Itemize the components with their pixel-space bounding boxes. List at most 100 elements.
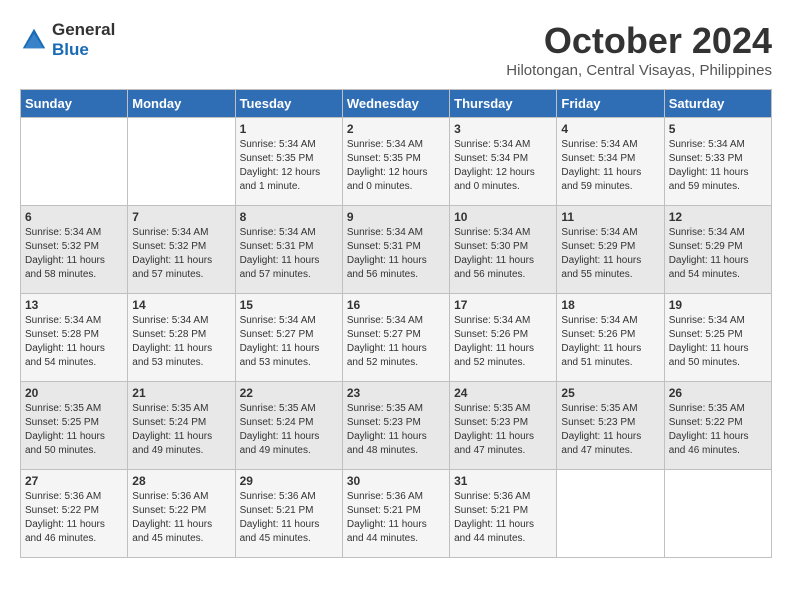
calendar-cell: 5Sunrise: 5:34 AM Sunset: 5:33 PM Daylig… bbox=[664, 118, 771, 206]
cell-content: Sunrise: 5:35 AM Sunset: 5:25 PM Dayligh… bbox=[25, 402, 123, 458]
cell-content: Sunrise: 5:34 AM Sunset: 5:26 PM Dayligh… bbox=[561, 314, 659, 370]
cell-content: Sunrise: 5:35 AM Sunset: 5:24 PM Dayligh… bbox=[240, 402, 338, 458]
cell-content: Sunrise: 5:34 AM Sunset: 5:33 PM Dayligh… bbox=[669, 138, 767, 194]
day-number: 4 bbox=[561, 122, 659, 136]
day-number: 31 bbox=[454, 474, 552, 488]
cell-content: Sunrise: 5:34 AM Sunset: 5:35 PM Dayligh… bbox=[347, 138, 445, 194]
cell-content: Sunrise: 5:34 AM Sunset: 5:26 PM Dayligh… bbox=[454, 314, 552, 370]
weekday-header-monday: Monday bbox=[128, 90, 235, 118]
day-number: 1 bbox=[240, 122, 338, 136]
cell-content: Sunrise: 5:34 AM Sunset: 5:27 PM Dayligh… bbox=[240, 314, 338, 370]
calendar-cell: 31 Sunrise: 5:36 AM Sunset: 5:21 PM Dayli… bbox=[450, 470, 557, 558]
day-number: 19 bbox=[669, 298, 767, 312]
cell-content: Sunrise: 5:36 AM Sunset: 5:21 PM Dayligh… bbox=[454, 490, 552, 546]
day-number: 29 bbox=[240, 474, 338, 488]
calendar-cell: 29 Sunrise: 5:36 AM Sunset: 5:21 PM Dayli… bbox=[235, 470, 342, 558]
calendar-cell: 25 Sunrise: 5:35 AM Sunset: 5:23 PM Dayli… bbox=[557, 382, 664, 470]
cell-content: Sunrise: 5:35 AM Sunset: 5:23 PM Dayligh… bbox=[454, 402, 552, 458]
day-number: 15 bbox=[240, 298, 338, 312]
cell-content: Sunrise: 5:34 AM Sunset: 5:31 PM Dayligh… bbox=[240, 226, 338, 282]
calendar-cell: 8 Sunrise: 5:34 AM Sunset: 5:31 PM Daylig… bbox=[235, 206, 342, 294]
calendar-cell: 14 Sunrise: 5:34 AM Sunset: 5:28 PM Dayli… bbox=[128, 294, 235, 382]
day-number: 22 bbox=[240, 386, 338, 400]
week-row-4: 20 Sunrise: 5:35 AM Sunset: 5:25 PM Dayli… bbox=[21, 382, 772, 470]
day-number: 12 bbox=[669, 210, 767, 224]
cell-content: Sunrise: 5:35 AM Sunset: 5:24 PM Dayligh… bbox=[132, 402, 230, 458]
cell-content: Sunrise: 5:36 AM Sunset: 5:22 PM Dayligh… bbox=[25, 490, 123, 546]
page-header: General Blue October 2024 Hilotongan, Ce… bbox=[20, 20, 772, 79]
day-number: 3 bbox=[454, 122, 552, 136]
calendar-cell: 28 Sunrise: 5:36 AM Sunset: 5:22 PM Dayli… bbox=[128, 470, 235, 558]
cell-content: Sunrise: 5:34 AM Sunset: 5:29 PM Dayligh… bbox=[561, 226, 659, 282]
day-number: 24 bbox=[454, 386, 552, 400]
calendar-cell: 26Sunrise: 5:35 AM Sunset: 5:22 PM Dayli… bbox=[664, 382, 771, 470]
calendar-cell: 13Sunrise: 5:34 AM Sunset: 5:28 PM Dayli… bbox=[21, 294, 128, 382]
logo: General Blue bbox=[20, 20, 115, 60]
week-row-3: 13Sunrise: 5:34 AM Sunset: 5:28 PM Dayli… bbox=[21, 294, 772, 382]
calendar-cell: 6Sunrise: 5:34 AM Sunset: 5:32 PM Daylig… bbox=[21, 206, 128, 294]
calendar-cell: 18 Sunrise: 5:34 AM Sunset: 5:26 PM Dayli… bbox=[557, 294, 664, 382]
week-row-5: 27Sunrise: 5:36 AM Sunset: 5:22 PM Dayli… bbox=[21, 470, 772, 558]
calendar-cell: 17 Sunrise: 5:34 AM Sunset: 5:26 PM Dayli… bbox=[450, 294, 557, 382]
month-title: October 2024 bbox=[506, 20, 772, 62]
calendar-cell: 20 Sunrise: 5:35 AM Sunset: 5:25 PM Dayli… bbox=[21, 382, 128, 470]
cell-content: Sunrise: 5:34 AM Sunset: 5:35 PM Dayligh… bbox=[240, 138, 338, 194]
calendar-cell: 22 Sunrise: 5:35 AM Sunset: 5:24 PM Dayli… bbox=[235, 382, 342, 470]
weekday-header-sunday: Sunday bbox=[21, 90, 128, 118]
cell-content: Sunrise: 5:34 AM Sunset: 5:34 PM Dayligh… bbox=[454, 138, 552, 194]
logo-blue: Blue bbox=[52, 40, 89, 59]
calendar-cell: 3 Sunrise: 5:34 AM Sunset: 5:34 PM Daylig… bbox=[450, 118, 557, 206]
cell-content: Sunrise: 5:35 AM Sunset: 5:23 PM Dayligh… bbox=[347, 402, 445, 458]
cell-content: Sunrise: 5:34 AM Sunset: 5:28 PM Dayligh… bbox=[25, 314, 123, 370]
calendar-table: SundayMondayTuesdayWednesdayThursdayFrid… bbox=[20, 89, 772, 558]
day-number: 17 bbox=[454, 298, 552, 312]
cell-content: Sunrise: 5:34 AM Sunset: 5:34 PM Dayligh… bbox=[561, 138, 659, 194]
day-number: 23 bbox=[347, 386, 445, 400]
calendar-cell: 11Sunrise: 5:34 AM Sunset: 5:29 PM Dayli… bbox=[557, 206, 664, 294]
cell-content: Sunrise: 5:34 AM Sunset: 5:32 PM Dayligh… bbox=[132, 226, 230, 282]
day-number: 14 bbox=[132, 298, 230, 312]
day-number: 9 bbox=[347, 210, 445, 224]
weekday-header-friday: Friday bbox=[557, 90, 664, 118]
day-number: 21 bbox=[132, 386, 230, 400]
calendar-cell: 16Sunrise: 5:34 AM Sunset: 5:27 PM Dayli… bbox=[342, 294, 449, 382]
weekday-header-row: SundayMondayTuesdayWednesdayThursdayFrid… bbox=[21, 90, 772, 118]
cell-content: Sunrise: 5:34 AM Sunset: 5:32 PM Dayligh… bbox=[25, 226, 123, 282]
location-title: Hilotongan, Central Visayas, Philippines bbox=[506, 62, 772, 79]
calendar-cell bbox=[21, 118, 128, 206]
logo-icon bbox=[20, 26, 48, 54]
calendar-cell: 27Sunrise: 5:36 AM Sunset: 5:22 PM Dayli… bbox=[21, 470, 128, 558]
calendar-cell bbox=[128, 118, 235, 206]
calendar-cell: 10Sunrise: 5:34 AM Sunset: 5:30 PM Dayli… bbox=[450, 206, 557, 294]
calendar-cell: 7Sunrise: 5:34 AM Sunset: 5:32 PM Daylig… bbox=[128, 206, 235, 294]
calendar-cell: 1 Sunrise: 5:34 AM Sunset: 5:35 PM Daylig… bbox=[235, 118, 342, 206]
weekday-header-wednesday: Wednesday bbox=[342, 90, 449, 118]
day-number: 2 bbox=[347, 122, 445, 136]
cell-content: Sunrise: 5:34 AM Sunset: 5:29 PM Dayligh… bbox=[669, 226, 767, 282]
day-number: 8 bbox=[240, 210, 338, 224]
day-number: 18 bbox=[561, 298, 659, 312]
calendar-cell: 12 Sunrise: 5:34 AM Sunset: 5:29 PM Dayli… bbox=[664, 206, 771, 294]
day-number: 25 bbox=[561, 386, 659, 400]
weekday-header-tuesday: Tuesday bbox=[235, 90, 342, 118]
calendar-cell: 23 Sunrise: 5:35 AM Sunset: 5:23 PM Dayli… bbox=[342, 382, 449, 470]
cell-content: Sunrise: 5:36 AM Sunset: 5:22 PM Dayligh… bbox=[132, 490, 230, 546]
calendar-cell: 15 Sunrise: 5:34 AM Sunset: 5:27 PM Dayli… bbox=[235, 294, 342, 382]
calendar-cell: 24 Sunrise: 5:35 AM Sunset: 5:23 PM Dayli… bbox=[450, 382, 557, 470]
logo-text: General Blue bbox=[52, 20, 115, 60]
day-number: 28 bbox=[132, 474, 230, 488]
calendar-cell bbox=[664, 470, 771, 558]
calendar-cell: 2 Sunrise: 5:34 AM Sunset: 5:35 PM Daylig… bbox=[342, 118, 449, 206]
cell-content: Sunrise: 5:35 AM Sunset: 5:23 PM Dayligh… bbox=[561, 402, 659, 458]
cell-content: Sunrise: 5:34 AM Sunset: 5:25 PM Dayligh… bbox=[669, 314, 767, 370]
cell-content: Sunrise: 5:34 AM Sunset: 5:31 PM Dayligh… bbox=[347, 226, 445, 282]
day-number: 20 bbox=[25, 386, 123, 400]
cell-content: Sunrise: 5:34 AM Sunset: 5:28 PM Dayligh… bbox=[132, 314, 230, 370]
calendar-cell: 19 Sunrise: 5:34 AM Sunset: 5:25 PM Dayli… bbox=[664, 294, 771, 382]
logo-general: General bbox=[52, 20, 115, 39]
cell-content: Sunrise: 5:36 AM Sunset: 5:21 PM Dayligh… bbox=[240, 490, 338, 546]
calendar-cell: 9 Sunrise: 5:34 AM Sunset: 5:31 PM Daylig… bbox=[342, 206, 449, 294]
week-row-1: 1 Sunrise: 5:34 AM Sunset: 5:35 PM Daylig… bbox=[21, 118, 772, 206]
calendar-cell: 30Sunrise: 5:36 AM Sunset: 5:21 PM Dayli… bbox=[342, 470, 449, 558]
calendar-cell: 21 Sunrise: 5:35 AM Sunset: 5:24 PM Dayli… bbox=[128, 382, 235, 470]
